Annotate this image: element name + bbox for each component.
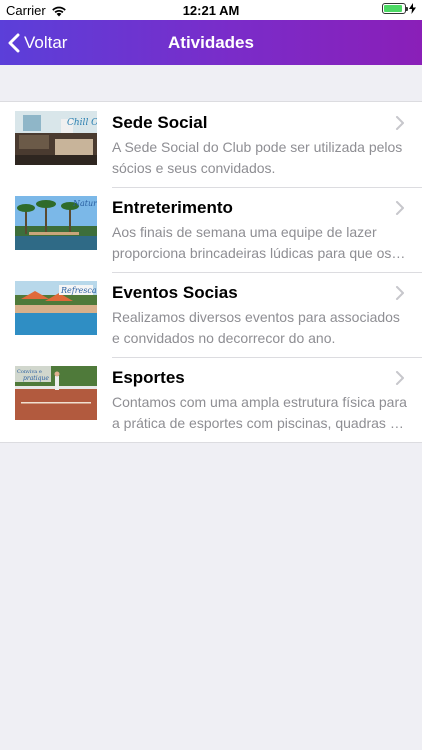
nav-bar: Voltar Atividades	[0, 20, 422, 65]
list-item[interactable]: Conviva e pratique Esportes Contamos com…	[0, 357, 422, 442]
palm-trees-photo: Natureza	[15, 196, 97, 250]
page-title: Atividades	[168, 33, 254, 52]
row-title: Eventos Socias	[112, 283, 238, 302]
list-item[interactable]: Chill Out! Sede Social A Sede Social do …	[0, 102, 422, 187]
activities-list: Chill Out! Sede Social A Sede Social do …	[0, 101, 422, 443]
row-description: Contamos com uma ampla estrutura física …	[112, 394, 407, 431]
chevron-right-icon	[396, 286, 404, 300]
status-time: 12:21 AM	[182, 3, 240, 18]
row-description: Realizamos diversos eventos para associa…	[112, 309, 400, 346]
status-bar: Carrier 12:21 AM	[0, 0, 422, 20]
status-right	[382, 3, 416, 14]
chevron-right-icon	[396, 201, 404, 215]
row-description: Aos finais de semana uma equipe de lazer…	[112, 224, 392, 261]
row-description: A Sede Social do Club pode ser utilizada…	[112, 139, 403, 176]
chevron-right-icon	[396, 371, 404, 385]
battery-level	[384, 5, 402, 12]
row-title: Entreterimento	[112, 198, 233, 217]
lounge-photo: Chill Out!	[15, 111, 97, 165]
row-title: Esportes	[112, 368, 185, 387]
svg-text:Refrescar: Refrescar	[60, 286, 97, 295]
list-item[interactable]: Natureza Entreterimento Aos finais de se…	[0, 187, 422, 272]
battery-icon	[382, 3, 408, 14]
row-title: Sede Social	[112, 113, 208, 132]
charging-bolt-icon	[409, 3, 416, 14]
pool-photo: Refrescar	[15, 281, 97, 335]
svg-text:Chill Out!: Chill Out!	[67, 118, 97, 128]
chevron-right-icon	[396, 116, 404, 130]
svg-text:pratique: pratique	[23, 375, 49, 382]
list-item[interactable]: Refrescar Eventos Socias Realizamos dive…	[0, 272, 422, 357]
svg-text:Natureza: Natureza	[72, 199, 97, 208]
tennis-photo: Conviva e pratique	[15, 366, 97, 420]
